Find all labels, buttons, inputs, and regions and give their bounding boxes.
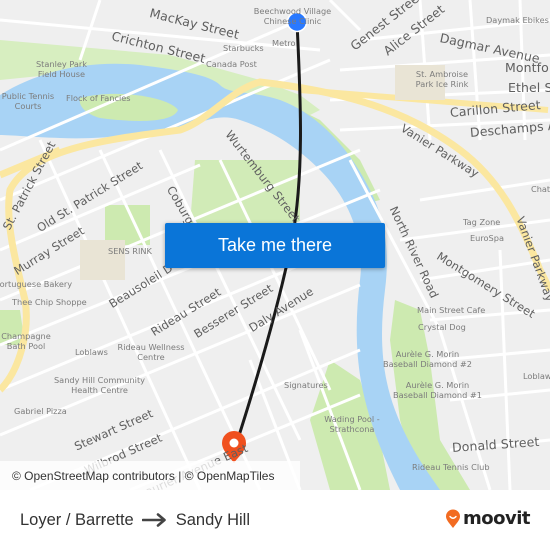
origin-name: Loyer / Barrette [20,510,134,529]
poi-label: Tag Zone [463,217,501,227]
poi-label: Loblaws [523,371,550,381]
route-footer: Loyer / Barrette Sandy Hill moovit [0,490,550,550]
destination-name: Sandy Hill [175,510,251,529]
poi-label: Aurèle G. Morin Baseball Diamond #2 [383,349,472,369]
map-view[interactable]: MacKay Street Crichton Street Genest Str… [0,0,550,490]
take-me-there-button[interactable]: Take me there [165,223,385,268]
moovit-wordmark: moovit [463,508,531,529]
route-title: Loyer / Barrette Sandy Hill [20,500,250,540]
street-label: Montfort [505,60,550,75]
poi-label: Canada Post [206,59,257,69]
poi-label: SENS RINK [108,246,152,256]
poi-label: St. Ambroise Park Ice Rink [415,69,469,89]
poi-label: Rideau Wellness Centre [117,342,185,362]
poi-label: Signatures [284,380,328,390]
poi-label: Thee Chip Shoppe [12,297,87,307]
poi-label: Crystal Dog [418,322,466,332]
poi-label: EuroSpa [470,233,504,243]
poi-label: Starbucks [223,43,264,53]
moovit-pin-icon [445,509,461,529]
poi-label: Metro [272,38,296,48]
poi-label: Aurèle G. Morin Baseball Diamond #1 [393,380,482,400]
poi-label: Sandy Hill Community Health Centre [53,375,146,395]
poi-label: Chat [531,184,550,194]
poi-label: Loblaws [75,347,108,357]
poi-label: Champagne Bath Pool [1,331,51,351]
poi-label: Public Tennis Courts [1,91,55,111]
arrow-right-icon [141,513,168,527]
poi-label: Daymak Ebikes [486,15,549,25]
moovit-logo[interactable]: moovit [445,508,531,529]
poi-label: Gabriel Pizza [14,406,67,416]
poi-label: Wading Pool - Strathcona [324,414,380,434]
poi-label: Beechwood Village Chinese Clinic [253,6,332,26]
street-label: Ethel St [508,80,550,95]
poi-label: Rideau Tennis Club [412,462,490,472]
poi-label: Flock of Fancies [66,93,131,103]
poi-label: Main Street Cafe [417,305,486,315]
poi-label: Portuguese Bakery [0,279,73,289]
poi-label: Stanley Park Field House [35,59,88,79]
map-attribution: © OpenStreetMap contributors | © OpenMap… [0,461,300,490]
